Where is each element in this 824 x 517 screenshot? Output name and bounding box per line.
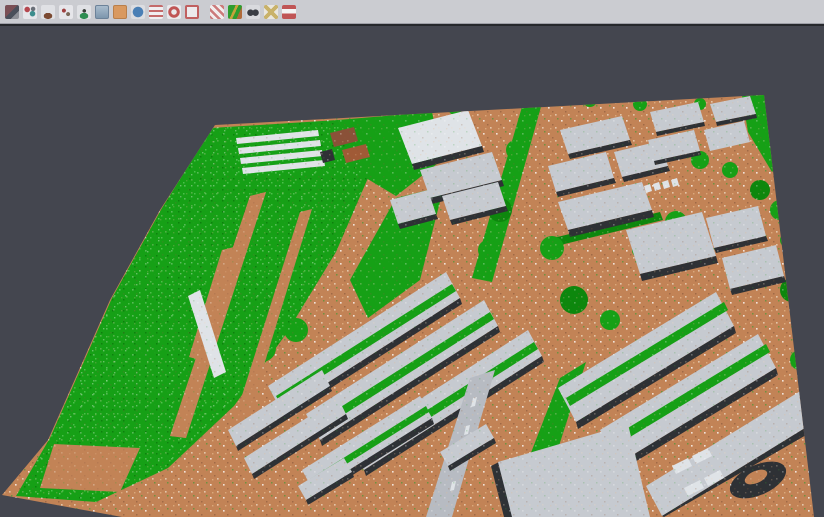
sparse-points-icon[interactable] (57, 3, 74, 20)
application-window (0, 0, 824, 517)
ground-class-orange-icon[interactable] (111, 3, 128, 20)
toolbar-separator (201, 3, 208, 20)
clip-cross-icon[interactable] (262, 3, 279, 20)
point-cloud-viewport[interactable] (0, 0, 824, 517)
red-bars-icon[interactable] (280, 3, 297, 20)
select-points-icon[interactable] (3, 3, 20, 20)
red-hatch-square-icon[interactable] (208, 3, 225, 20)
classified-map-icon[interactable] (226, 3, 243, 20)
panel-blue-icon[interactable] (93, 3, 110, 20)
toolbar (0, 0, 824, 24)
red-list-icon[interactable] (147, 3, 164, 20)
terrain-brown-icon[interactable] (39, 3, 56, 20)
binoculars-icon[interactable] (244, 3, 261, 20)
scatter-red-teal-icon[interactable] (21, 3, 38, 20)
red-ring-icon[interactable] (165, 3, 182, 20)
globe-icon[interactable] (129, 3, 146, 20)
terrain-green-icon[interactable] (75, 3, 92, 20)
red-selection-icon[interactable] (183, 3, 200, 20)
